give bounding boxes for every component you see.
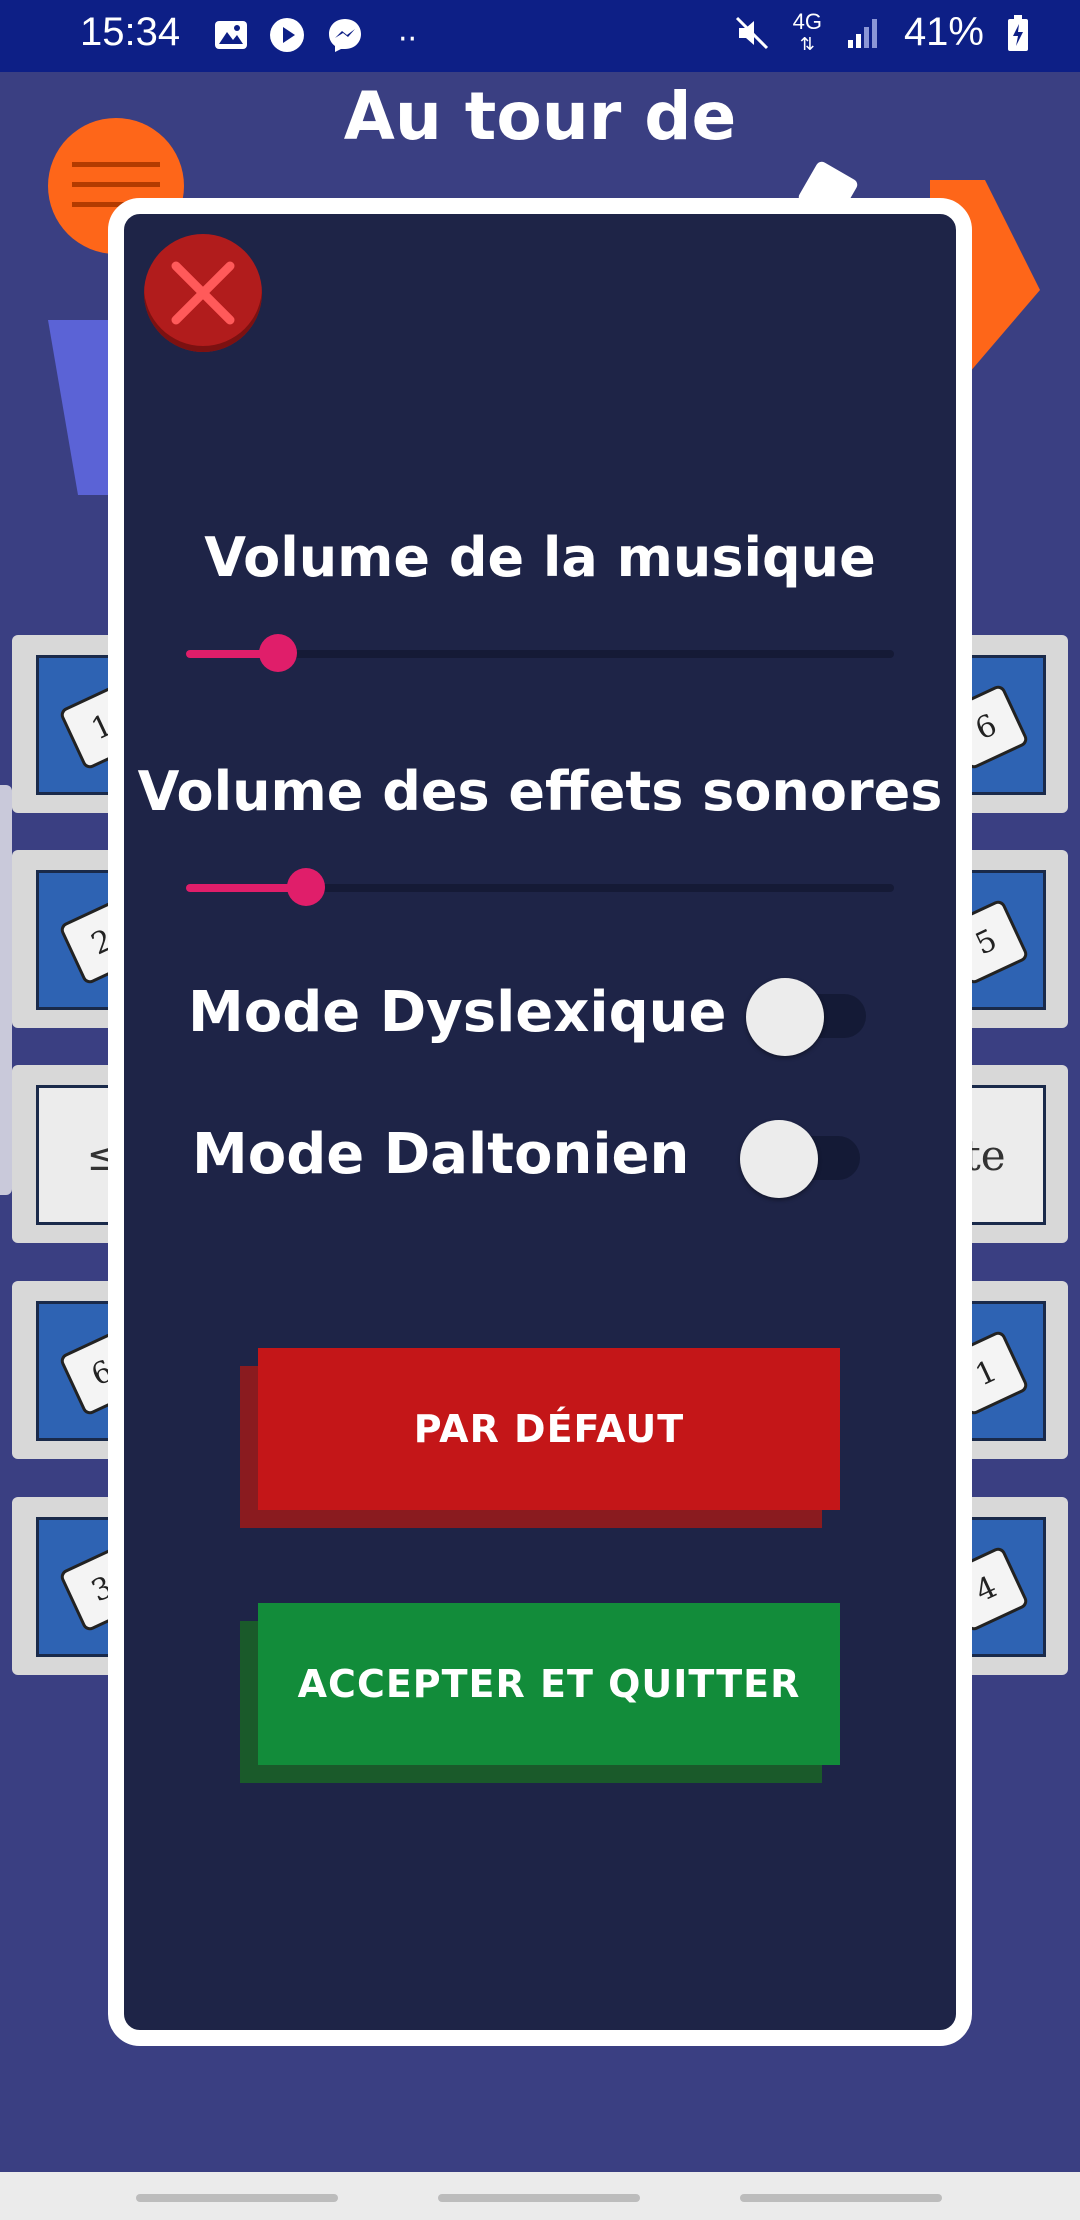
network-icon: 4G ⇅ [792, 8, 822, 55]
messenger-icon [329, 19, 361, 52]
status-bar: 15:34 ·· 4G ⇅ 41% [0, 0, 1080, 72]
play-icon [270, 18, 304, 52]
colorblind-mode-toggle[interactable] [740, 1120, 860, 1198]
nav-home-button[interactable] [438, 2194, 640, 2202]
battery-percent: 41% [903, 10, 984, 54]
dyslexic-mode-label: Mode Dyslexique [188, 980, 727, 1045]
status-time: 15:34 [80, 10, 181, 54]
side-handle[interactable] [0, 785, 12, 1195]
system-nav-bar [0, 2172, 1080, 2220]
colorblind-mode-label: Mode Daltonien [192, 1122, 690, 1187]
mute-icon [735, 16, 768, 49]
reset-default-label: PAR DÉFAUT [258, 1348, 840, 1510]
toggle-knob [740, 1120, 818, 1198]
status-right: 4G ⇅ 41% [733, 10, 1030, 55]
close-icon [171, 261, 235, 325]
more-dots-icon: ·· [398, 22, 418, 57]
nav-back-button[interactable] [740, 2194, 942, 2202]
toggle-knob [746, 978, 824, 1056]
dyslexic-mode-toggle[interactable] [746, 978, 866, 1056]
nav-recents-button[interactable] [136, 2194, 338, 2202]
menu-line [72, 182, 160, 187]
slider-thumb[interactable] [259, 634, 298, 672]
reset-default-button[interactable]: PAR DÉFAUT [240, 1348, 840, 1528]
accept-quit-label: ACCEPTER ET QUITTER [258, 1603, 840, 1765]
gallery-icon [215, 21, 247, 49]
battery-icon [1008, 14, 1028, 51]
effects-volume-label: Volume des effets sonores [137, 760, 943, 823]
music-volume-label: Volume de la musique [204, 526, 876, 589]
signal-icon [847, 18, 877, 48]
menu-line [72, 162, 160, 167]
music-volume-slider[interactable] [186, 634, 894, 672]
effects-volume-slider[interactable] [186, 868, 894, 906]
network-type: 4G [792, 8, 822, 34]
data-arrows: ⇅ [799, 33, 815, 54]
accept-quit-button[interactable]: ACCEPTER ET QUITTER [240, 1603, 840, 1783]
close-button[interactable] [144, 234, 262, 352]
